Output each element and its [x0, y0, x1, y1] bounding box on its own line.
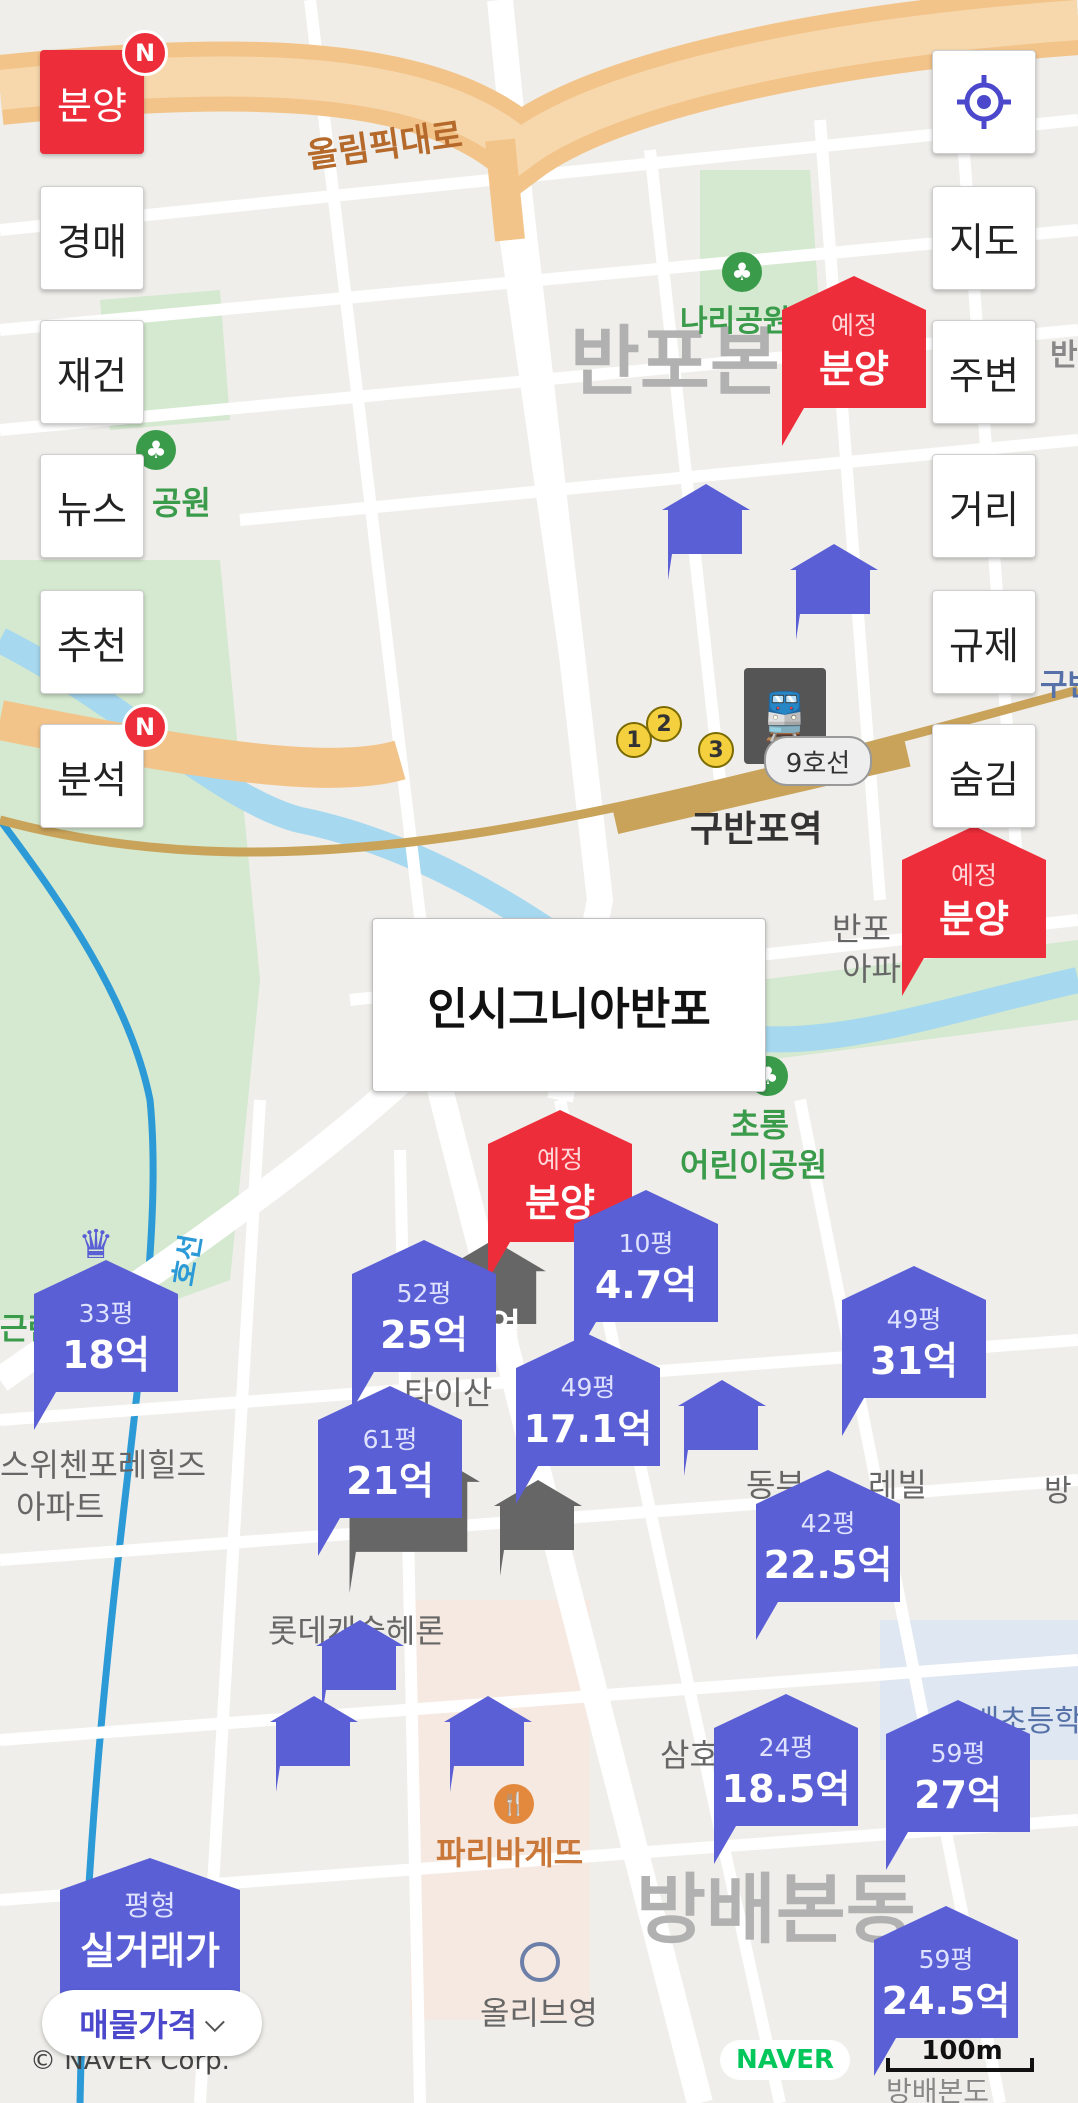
shop-icon	[520, 1942, 560, 1982]
filter-button-reconstruction[interactable]: 재건	[40, 320, 144, 424]
price-marker[interactable]: 24평 18.5억	[714, 1694, 858, 1864]
price-marker-price: 21억	[346, 1459, 434, 1503]
presale-status: 예정	[830, 311, 877, 340]
filter-button-recommend[interactable]: 추천	[40, 590, 144, 694]
poi-samho: 삼호	[660, 1736, 719, 1774]
price-marker-price: 4.7억	[594, 1263, 698, 1307]
poi-station-name: 구반포역	[690, 809, 823, 850]
exit-number-2: 2	[646, 706, 682, 742]
price-marker[interactable]: 42평 22.5억	[756, 1470, 900, 1640]
poi-banpo-apt-2: 아파	[842, 950, 901, 988]
poi-switzen-2: 아파트	[16, 1488, 105, 1526]
price-marker-price: 17.1억	[523, 1407, 653, 1451]
map-canvas[interactable]: 올림픽대로 반포본 방배본동 나리공원 ♣ 공원 ♣ 구반포역 🚆 9호선 1 …	[0, 0, 1078, 2103]
complex-name-popup[interactable]: 인시그니아반포	[372, 918, 766, 1092]
new-badge: N	[122, 30, 168, 76]
layer-button-nearby[interactable]: 주변	[932, 320, 1036, 424]
house-marker[interactable]	[270, 1696, 358, 1796]
poi-right-edge-2: 구반	[1040, 668, 1078, 703]
layer-button-hide[interactable]: 숨김	[932, 724, 1036, 828]
poi-right-edge-3: 방	[1044, 1474, 1072, 1509]
chevron-down-icon: ⌵	[205, 2007, 225, 2038]
poi-nari-park: 나리공원	[680, 304, 791, 339]
poi-right-edge-1: 반	[1050, 338, 1078, 373]
crosshair-icon	[957, 75, 1011, 129]
house-marker[interactable]	[790, 544, 878, 644]
price-marker[interactable]: 59평 27억	[886, 1700, 1030, 1870]
naver-logo: NAVER	[720, 2040, 850, 2080]
presale-status: 예정	[536, 1145, 583, 1174]
price-marker-price: 18.5억	[721, 1767, 851, 1811]
price-marker-price: 18억	[62, 1333, 150, 1377]
price-marker[interactable]: 52평 25억	[352, 1240, 496, 1410]
poi-olive-young: 올리브영	[480, 1994, 598, 2032]
price-type-label: 매물가격	[79, 2006, 198, 2044]
house-marker[interactable]	[444, 1696, 532, 1796]
poi-paris-baguette: 파리바게뜨	[436, 1834, 584, 1872]
legend-price-label: 실거래가	[80, 1929, 220, 1973]
poi-chorong-2: 어린이공원	[680, 1146, 828, 1184]
price-marker[interactable]: 49평 31억	[842, 1266, 986, 1436]
price-marker-top[interactable]: 33평 18억	[34, 1260, 178, 1430]
legend-size-label: 평형	[124, 1889, 176, 1922]
poi-park-left: 공원	[152, 484, 211, 522]
filter-button-auction[interactable]: 경매	[40, 186, 144, 290]
price-marker[interactable]: 49평 17.1억	[516, 1334, 660, 1504]
layer-button-map[interactable]: 지도	[932, 186, 1036, 290]
price-marker-price: 31억	[870, 1339, 958, 1383]
crown-icon: ♛	[78, 1222, 114, 1268]
filter-button-news[interactable]: 뉴스	[40, 454, 144, 558]
scale-line	[886, 2058, 1034, 2072]
locate-button[interactable]	[932, 50, 1036, 154]
price-marker-price: 27억	[914, 1773, 1002, 1817]
new-badge: N	[122, 704, 168, 750]
price-marker-price: 25억	[380, 1313, 468, 1357]
layer-button-distance[interactable]: 거리	[932, 454, 1036, 558]
price-marker[interactable]: 61평 21억	[318, 1386, 462, 1556]
house-marker[interactable]	[662, 484, 750, 584]
house-marker[interactable]	[678, 1380, 766, 1480]
exit-number-3: 3	[698, 732, 734, 768]
scale-bar: 100m	[884, 2036, 1040, 2076]
presale-label: 분양	[819, 347, 889, 391]
subway-line-badge: 9호선	[764, 736, 872, 786]
presale-marker[interactable]: 예정 분양	[782, 276, 926, 446]
price-type-dropdown[interactable]: 매물가격 ⌵	[42, 1990, 262, 2056]
poi-switzen-1: 스위첸포레힐즈	[0, 1446, 207, 1484]
presale-label: 분양	[939, 897, 1009, 941]
price-marker-price: 22.5억	[763, 1543, 893, 1587]
layer-button-regulation[interactable]: 규제	[932, 590, 1036, 694]
presale-status: 예정	[950, 861, 997, 890]
price-marker-price: 24.5억	[881, 1979, 1011, 2023]
park-icon: ♣	[722, 252, 762, 292]
legend-marker: 평형 실거래가	[60, 1858, 240, 2008]
presale-marker[interactable]: 예정 분양	[902, 826, 1046, 996]
